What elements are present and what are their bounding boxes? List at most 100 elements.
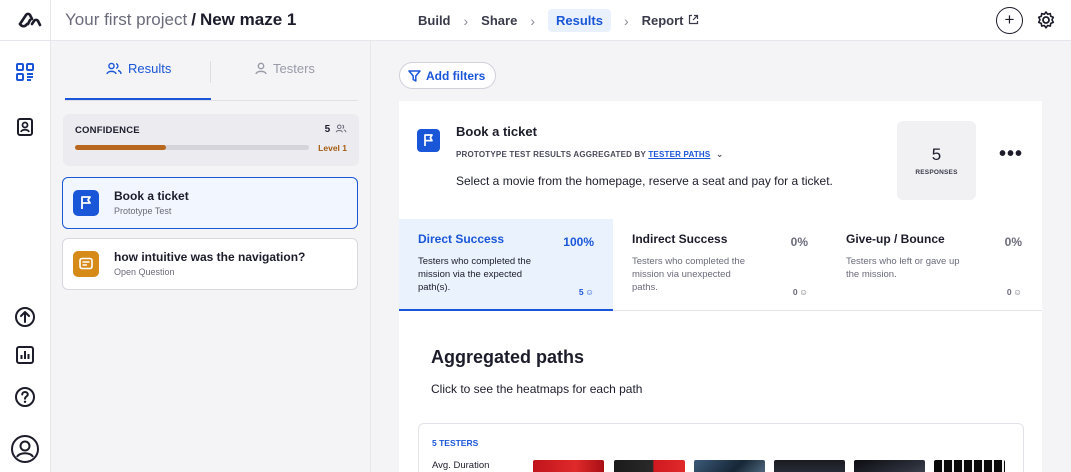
screen-thumbnail[interactable]: [694, 460, 765, 472]
block-card-open-question[interactable]: how intuitive was the navigation? Open Q…: [62, 238, 358, 290]
step-report-label: Report: [641, 13, 684, 28]
tab-testers-label: Testers: [273, 61, 315, 76]
add-filters-button[interactable]: Add filters: [399, 62, 497, 89]
step-report[interactable]: Report: [642, 13, 699, 28]
confidence-progress-bar: [75, 145, 309, 150]
avg-duration-label: Avg. Duration: [432, 460, 490, 471]
tab-divider: [210, 61, 211, 83]
tab-testers[interactable]: Testers: [255, 61, 315, 76]
screen-thumbnail[interactable]: [533, 460, 604, 472]
tab-results[interactable]: Results: [106, 61, 171, 76]
responses-box: 5 RESPONSES: [897, 121, 976, 200]
stat-count: 0 ☺: [1007, 287, 1022, 297]
block-card-book-a-ticket[interactable]: Book a ticket Prototype Test: [62, 177, 358, 229]
stat-give-up-bounce[interactable]: Give-up / Bounce 0% Testers who left or …: [827, 219, 1041, 311]
maze-logo-icon[interactable]: [18, 10, 42, 30]
stat-percent: 0%: [1004, 235, 1022, 249]
screen-thumbnail[interactable]: [934, 460, 1005, 472]
tester-paths-link[interactable]: TESTER PATHS: [648, 150, 710, 159]
left-rail: [0, 41, 51, 472]
block-description: Select a movie from the homepage, reserv…: [456, 174, 833, 188]
blocks-panel: Results Testers CONFIDENCE 5 Level 1 Boo…: [51, 41, 371, 472]
users-icon: ☺: [1011, 287, 1022, 297]
flag-icon: [424, 134, 433, 146]
chevron-right-icon: ›: [530, 12, 535, 29]
step-share[interactable]: Share: [481, 13, 517, 28]
tab-baseline: [65, 100, 358, 101]
block-title: how intuitive was the navigation?: [114, 250, 306, 264]
panel-tabs: Results Testers: [51, 41, 371, 101]
analytics-icon[interactable]: [14, 344, 36, 366]
maze-name[interactable]: New maze 1: [200, 10, 296, 29]
users-icon: ☺: [583, 287, 594, 297]
path-card[interactable]: 5 TESTERS Avg. Duration: [418, 423, 1024, 472]
confidence-count-value: 5: [324, 124, 331, 135]
block-title: Book a ticket: [114, 189, 189, 203]
stat-count: 0 ☺: [793, 287, 808, 297]
block-type: Open Question: [114, 267, 175, 277]
confidence-label: CONFIDENCE: [75, 125, 140, 136]
top-bar: Your first project / New maze 1 Build › Sh…: [0, 0, 1071, 41]
aggregated-paths-title: Aggregated paths: [431, 347, 585, 367]
block-icon: [73, 190, 99, 216]
step-build[interactable]: Build: [418, 13, 451, 28]
confidence-card[interactable]: CONFIDENCE 5 Level 1: [63, 114, 359, 166]
screen-thumbnail[interactable]: [774, 460, 845, 472]
user-icon: [255, 62, 267, 75]
results-main: Add filters Book a ticket PROTOTYPE TEST…: [371, 41, 1071, 472]
upload-icon[interactable]: [14, 306, 36, 328]
aggregation-prefix: PROTOTYPE TEST RESULTS AGGREGATED BY: [456, 150, 646, 159]
screen-thumbnail[interactable]: [854, 460, 925, 472]
responses-label: RESPONSES: [915, 169, 958, 176]
stat-description: Testers who completed the mission via th…: [418, 256, 532, 293]
path-testers-count: 5 TESTERS: [432, 438, 479, 448]
stat-indirect-success[interactable]: Indirect Success 0% Testers who complete…: [613, 219, 827, 311]
aggregation-selector: PROTOTYPE TEST RESULTS AGGREGATED BY TES…: [456, 149, 724, 160]
blocks-icon[interactable]: [14, 61, 36, 83]
block-heading: Book a ticket: [456, 124, 537, 139]
gear-icon[interactable]: [1036, 10, 1056, 30]
breadcrumb: Your first project / New maze 1: [65, 10, 296, 30]
flag-icon: [81, 196, 91, 209]
add-button[interactable]: +: [996, 7, 1023, 34]
block-icon: [73, 251, 99, 277]
users-icon: [335, 124, 347, 133]
aggregated-paths-subtitle: Click to see the heatmaps for each path: [431, 382, 643, 396]
stat-title: Direct Success: [418, 232, 505, 246]
project-name-link[interactable]: Your first project: [65, 10, 187, 29]
breadcrumb-separator: /: [191, 10, 196, 29]
responses-count: 5: [931, 145, 942, 164]
step-nav: Build › Share › Results › Report: [418, 0, 699, 41]
tab-results-label: Results: [128, 61, 172, 76]
more-options-icon[interactable]: •••: [999, 144, 1023, 164]
stat-count: 5 ☺: [579, 287, 594, 297]
help-icon[interactable]: [14, 386, 36, 408]
screen-thumbnail[interactable]: [614, 460, 685, 472]
confidence-level: Level 1: [318, 143, 347, 153]
block-type-badge: [417, 129, 440, 152]
add-filters-label: Add filters: [426, 68, 486, 83]
chevron-right-icon: ›: [463, 12, 469, 29]
active-tab-indicator: [65, 98, 211, 100]
stat-direct-success[interactable]: Direct Success 100% Testers who complete…: [399, 219, 613, 311]
filter-icon: [408, 69, 421, 82]
stat-title: Give-up / Bounce: [846, 232, 945, 246]
chevron-down-icon[interactable]: ⌄: [716, 149, 724, 159]
contacts-icon[interactable]: [14, 116, 36, 138]
confidence-progress-fill: [75, 145, 167, 150]
chevron-right-icon: ›: [623, 12, 629, 29]
confidence-count: 5: [325, 124, 347, 135]
stat-description: Testers who left or gave up the mission.: [846, 256, 960, 280]
profile-icon[interactable]: [10, 434, 40, 464]
external-link-icon: [688, 14, 698, 25]
stat-percent: 100%: [563, 235, 594, 249]
block-results-card: Book a ticket PROTOTYPE TEST RESULTS AGG…: [399, 101, 1042, 472]
chat-icon: [79, 257, 93, 270]
step-results[interactable]: Results: [547, 9, 611, 32]
stat-title: Indirect Success: [632, 232, 728, 246]
users-icon: [106, 62, 122, 75]
block-type: Prototype Test: [114, 206, 172, 216]
rail-divider: [50, 0, 51, 41]
success-stats: Direct Success 100% Testers who complete…: [399, 219, 1042, 311]
stat-percent: 0%: [790, 235, 808, 249]
